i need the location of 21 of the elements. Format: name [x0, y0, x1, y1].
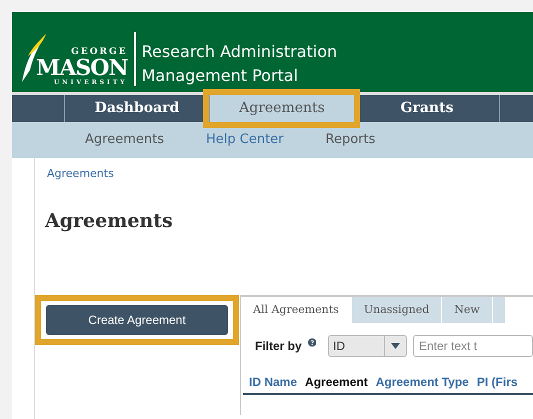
- list-tab[interactable]: New: [442, 297, 493, 323]
- help-icon[interactable]: [308, 336, 316, 348]
- create-agreement-button[interactable]: Create Agreement: [46, 305, 228, 335]
- help-link[interactable]: Help Center: [206, 130, 284, 150]
- filter-label: Filter by: [255, 338, 302, 355]
- column-header[interactable]: Agreement: [305, 373, 368, 391]
- portal-title: Management Portal: [142, 65, 300, 87]
- filter-select[interactable]: ID: [328, 335, 407, 357]
- portal-title: Research Administration: [142, 41, 338, 63]
- logo-main-text: MASON: [36, 57, 128, 79]
- column-header[interactable]: Agreement Type: [376, 373, 469, 391]
- caret-icon: [391, 343, 400, 349]
- logo-top-text: GEORGE: [71, 48, 128, 57]
- filter-input[interactable]: Enter text t: [413, 335, 533, 357]
- page-title: Agreements: [45, 208, 174, 234]
- column-header[interactable]: PI (Firs: [476, 373, 518, 391]
- breadcrumb-link[interactable]: Agreements: [47, 166, 533, 182]
- subnav-link[interactable]: Agreements: [85, 130, 164, 150]
- list-tab[interactable]: Unassigned: [352, 297, 442, 323]
- column-header[interactable]: ID Name: [249, 373, 298, 391]
- subnav-link[interactable]: Reports: [326, 130, 376, 150]
